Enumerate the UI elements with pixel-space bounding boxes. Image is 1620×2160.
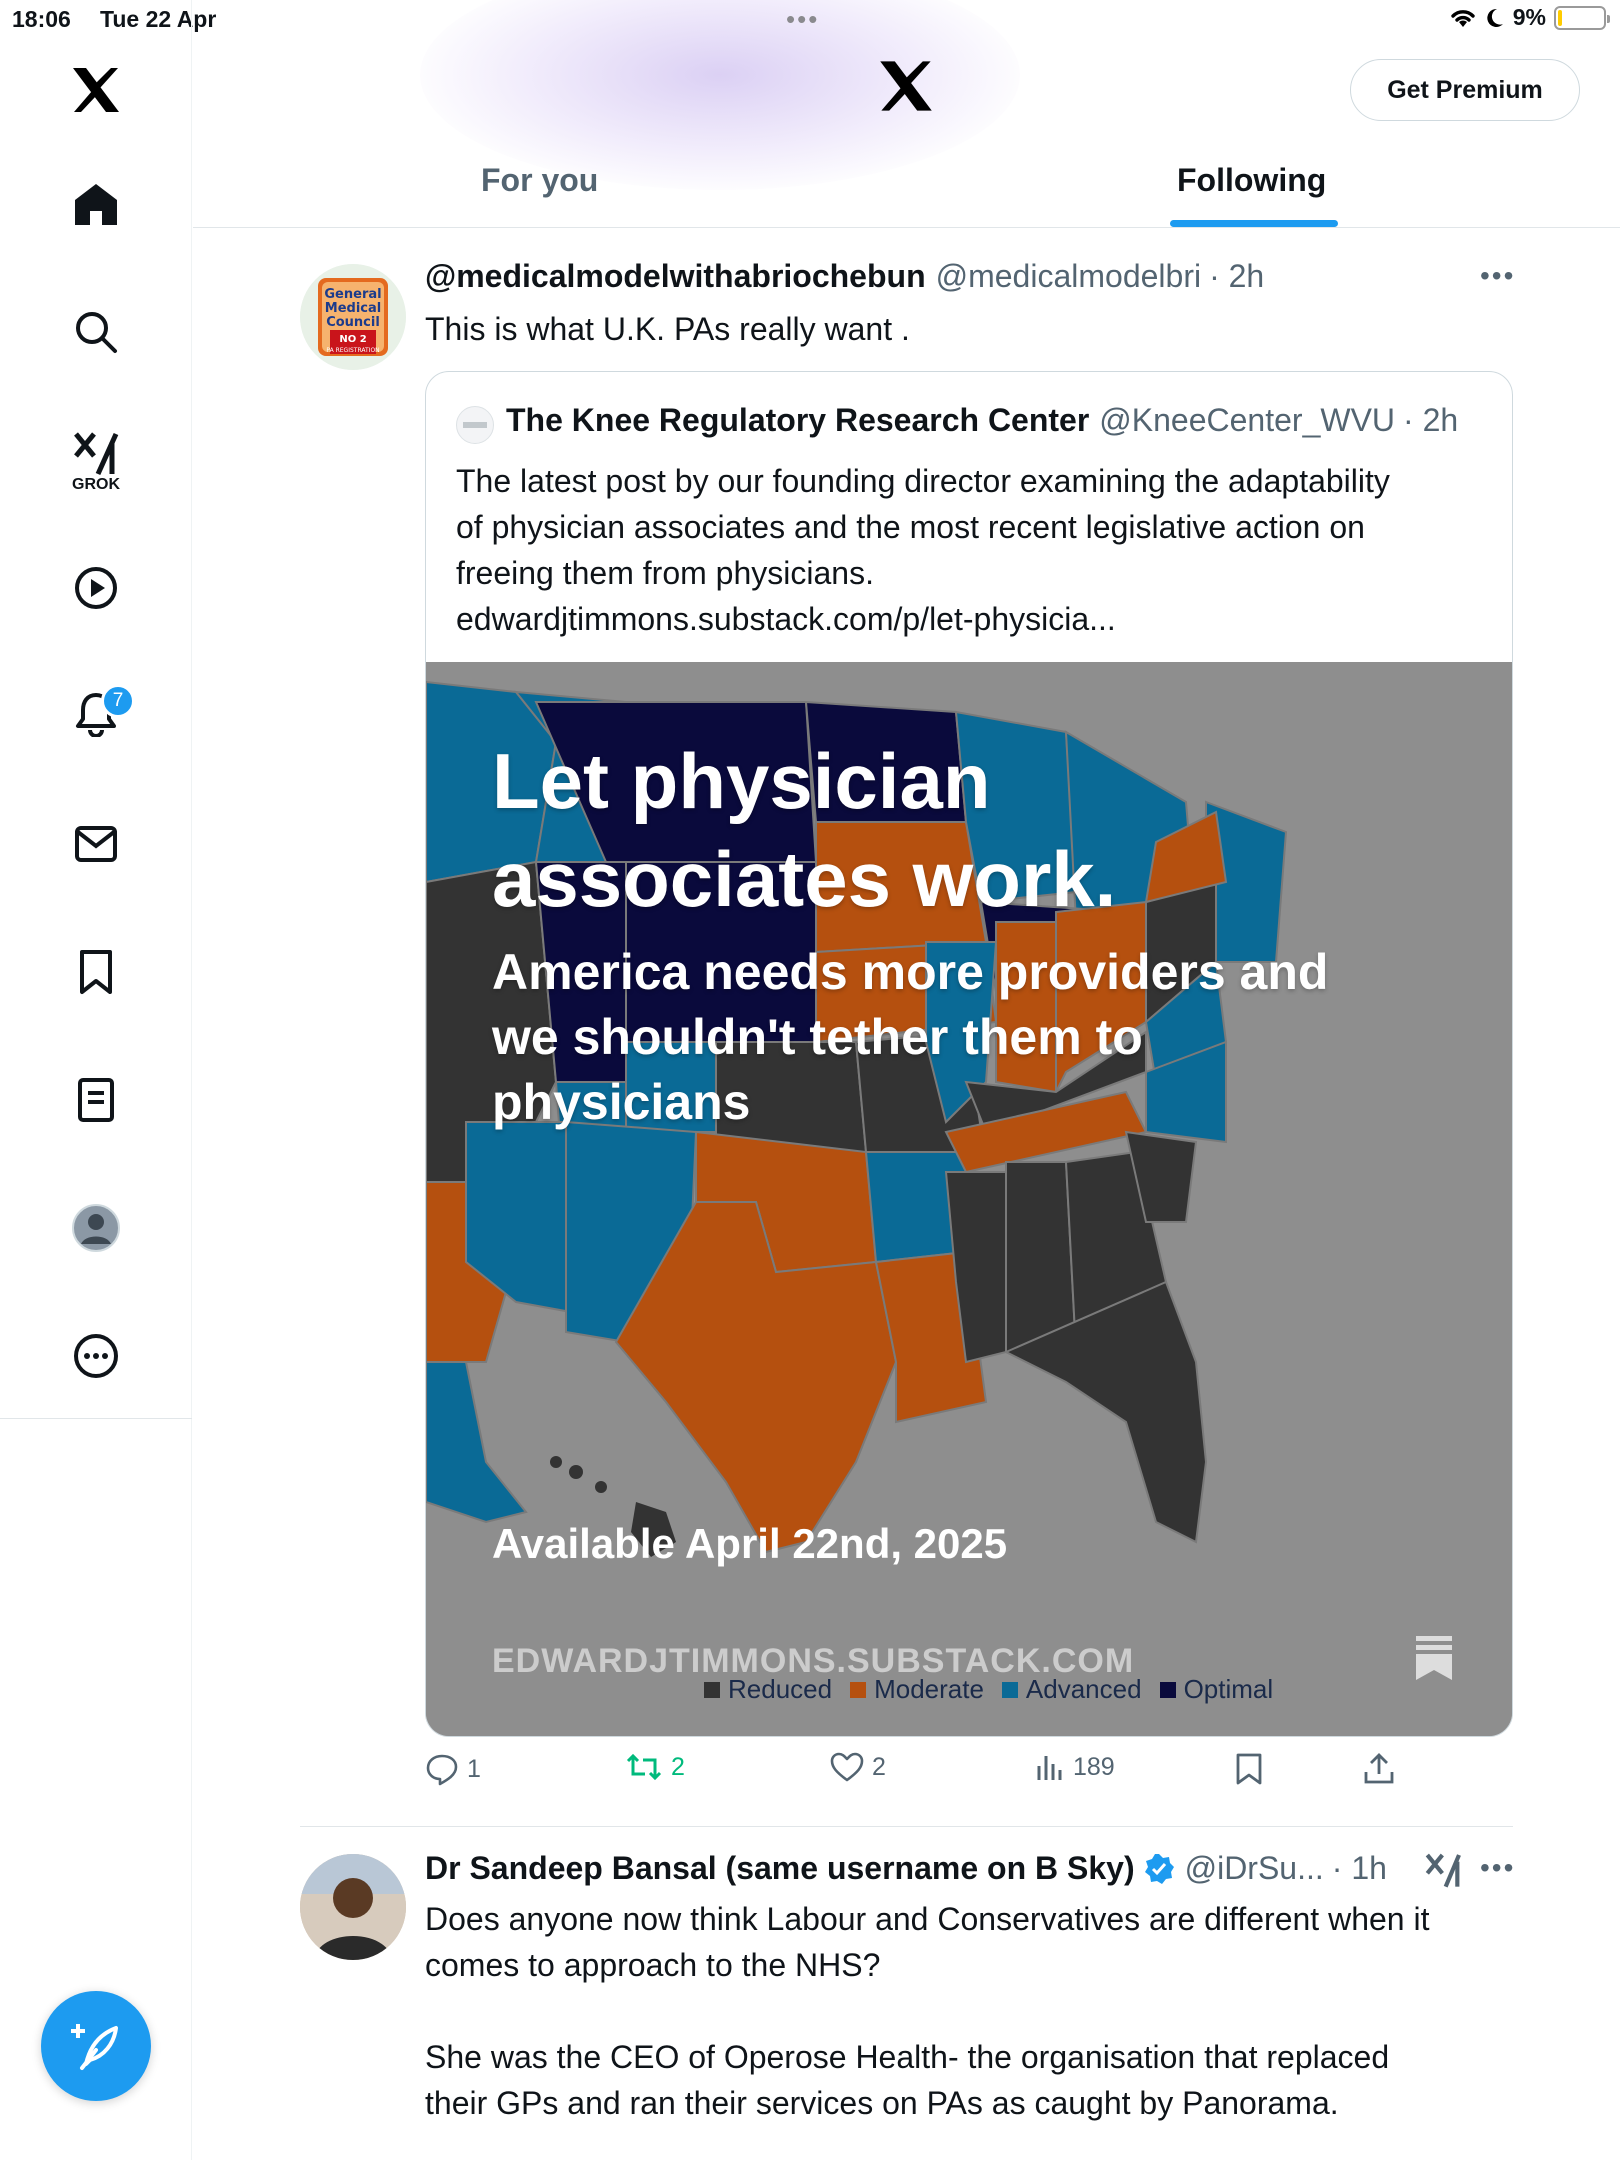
link-preview-image[interactable]: Let physician associates work. America n… bbox=[426, 662, 1512, 1736]
tweet-text-line: She was the CEO of Operose Health- the o… bbox=[425, 2039, 1390, 2075]
avatar-line-4: NO 2 bbox=[339, 334, 366, 345]
heart-icon bbox=[830, 1752, 864, 1782]
sidebar: GROK 7 bbox=[0, 0, 192, 2160]
tweet-text: This is what U.K. PAs really want . bbox=[425, 311, 910, 347]
preview-available-date: Available April 22nd, 2025 bbox=[492, 1520, 1008, 1567]
substack-logo-icon bbox=[1416, 1636, 1452, 1680]
display-name[interactable]: @medicalmodelwithabriochebun bbox=[425, 258, 926, 295]
preview-title-line: associates work. bbox=[492, 835, 1117, 923]
bookmark-button[interactable] bbox=[1235, 1752, 1263, 1786]
avatar[interactable]: General Medical Council NO 2 PA REGISTRA… bbox=[300, 264, 406, 370]
avatar-line-1: General bbox=[324, 287, 381, 302]
preview-title: Let physician associates work. bbox=[492, 732, 1392, 928]
preview-subtitle-line: America needs more providers and bbox=[492, 944, 1329, 1000]
profile-icon[interactable] bbox=[66, 1198, 126, 1258]
avatar[interactable] bbox=[300, 1854, 406, 1960]
timestamp[interactable]: · 2h bbox=[1209, 258, 1264, 295]
tweet-text-line: Does anyone now think Labour and Conserv… bbox=[425, 1901, 1430, 1937]
more-icon[interactable] bbox=[66, 1326, 126, 1386]
moon-icon bbox=[1487, 8, 1503, 27]
tweet-text: Does anyone now think Labour and Conserv… bbox=[425, 1896, 1525, 2126]
more-options-icon[interactable]: ••• bbox=[1480, 260, 1515, 292]
quote-handle: @KneeCenter_WVU bbox=[1099, 402, 1396, 438]
battery-fill bbox=[1558, 9, 1562, 26]
repost-button[interactable]: 2 bbox=[625, 1752, 685, 1782]
display-name[interactable]: Dr Sandeep Bansal (same username on B Sk… bbox=[425, 1850, 1135, 1887]
quote-avatar bbox=[456, 406, 494, 444]
active-tab-indicator bbox=[1170, 220, 1338, 227]
sidebar-divider bbox=[0, 1418, 192, 1419]
preview-subtitle-line: physicians bbox=[492, 1074, 751, 1130]
bookmark-icon bbox=[1236, 1753, 1262, 1785]
repost-icon bbox=[626, 1753, 662, 1781]
legend-item-optimal: Optimal bbox=[1159, 1674, 1273, 1705]
share-icon bbox=[1364, 1753, 1394, 1784]
handle[interactable]: @iDrSu... bbox=[1185, 1850, 1324, 1887]
map-legend: Reduced Moderate Advanced Optimal bbox=[704, 1674, 1273, 1705]
wifi-icon bbox=[1451, 9, 1475, 27]
messages-icon[interactable] bbox=[66, 814, 126, 874]
x-logo-icon[interactable] bbox=[66, 60, 126, 120]
quote-text: The latest post by our founding director… bbox=[456, 458, 1486, 642]
legend-item-reduced: Reduced bbox=[704, 1674, 832, 1705]
tweet-header: @medicalmodelwithabriochebun @medicalmod… bbox=[425, 258, 1264, 295]
tweet-text-line: comes to approach to the NHS? bbox=[425, 1947, 881, 1983]
more-options-icon[interactable]: ••• bbox=[1480, 1852, 1515, 1884]
search-icon[interactable] bbox=[66, 302, 126, 362]
avatar-line-3: Council bbox=[326, 315, 380, 330]
timestamp[interactable]: · 1h bbox=[1332, 1850, 1387, 1887]
quote-text-line: The latest post by our founding director… bbox=[456, 463, 1390, 499]
home-icon[interactable] bbox=[66, 174, 126, 234]
avatar-line-5: PA REGISTRATION bbox=[326, 347, 379, 354]
tweet-actions: 1 2 2 189 bbox=[425, 1752, 1425, 1796]
compose-icon bbox=[71, 2024, 118, 2070]
preview-title-line: Let physician bbox=[492, 737, 991, 825]
quote-display-name: The Knee Regulatory Research Center bbox=[506, 402, 1090, 438]
like-button[interactable]: 2 bbox=[830, 1752, 886, 1782]
battery-percent: 9% bbox=[1512, 4, 1546, 30]
video-icon[interactable] bbox=[66, 558, 126, 618]
compose-button[interactable] bbox=[41, 1991, 151, 2101]
tweet-text-line: their GPs and ran their services on PAs … bbox=[425, 2085, 1339, 2121]
reply-button[interactable]: 1 bbox=[425, 1752, 481, 1786]
tab-following[interactable]: Following bbox=[1177, 162, 1326, 199]
tweet-header: Dr Sandeep Bansal (same username on B Sk… bbox=[425, 1850, 1387, 1887]
share-button[interactable] bbox=[1363, 1752, 1395, 1786]
preview-subtitle: America needs more providers and we shou… bbox=[492, 940, 1452, 1135]
avatar-line-2: Medical bbox=[325, 301, 381, 316]
legend-item-advanced: Advanced bbox=[1001, 1674, 1142, 1705]
verified-badge-icon bbox=[1143, 1853, 1175, 1885]
multitask-dots-icon[interactable]: ••• bbox=[786, 4, 819, 35]
battery-icon bbox=[1554, 5, 1610, 30]
lists-icon[interactable] bbox=[66, 1070, 126, 1130]
notification-badge: 7 bbox=[101, 684, 135, 718]
quote-timestamp: · 2h bbox=[1403, 402, 1459, 438]
tweet-divider bbox=[300, 1826, 1513, 1827]
reply-icon bbox=[426, 1754, 458, 1786]
quoted-tweet[interactable]: The Knee Regulatory Research Center @Kne… bbox=[425, 371, 1513, 1737]
bookmarks-icon[interactable] bbox=[66, 942, 126, 1002]
grok-label: GROK bbox=[72, 476, 120, 493]
views-icon bbox=[1037, 1756, 1062, 1780]
get-premium-button[interactable]: Get Premium bbox=[1350, 59, 1580, 121]
x-logo-header-icon bbox=[878, 60, 934, 116]
handle[interactable]: @medicalmodelbri bbox=[936, 258, 1201, 295]
like-count: 2 bbox=[872, 1752, 886, 1781]
quote-text-line: of physician associates and the most rec… bbox=[456, 509, 1365, 545]
legend-item-moderate: Moderate bbox=[850, 1674, 984, 1705]
views-button[interactable]: 189 bbox=[1035, 1752, 1115, 1782]
tweet-text-line bbox=[425, 1988, 1525, 2034]
quote-header: The Knee Regulatory Research Center @Kne… bbox=[506, 402, 1458, 439]
tab-for-you[interactable]: For you bbox=[481, 162, 598, 199]
preview-subtitle-line: we shouldn't tether them to bbox=[492, 1009, 1143, 1065]
grok-icon[interactable] bbox=[1424, 1850, 1464, 1890]
header-divider bbox=[193, 227, 1620, 228]
quote-link[interactable]: edwardjtimmons.substack.com/p/let-physic… bbox=[456, 596, 1486, 642]
grok-icon[interactable] bbox=[66, 424, 126, 484]
status-indicators: 9% bbox=[1449, 4, 1610, 31]
quote-text-line: freeing them from physicians. bbox=[456, 555, 874, 591]
repost-count: 2 bbox=[671, 1752, 685, 1781]
reply-count: 1 bbox=[467, 1754, 481, 1783]
views-count: 189 bbox=[1073, 1752, 1115, 1781]
